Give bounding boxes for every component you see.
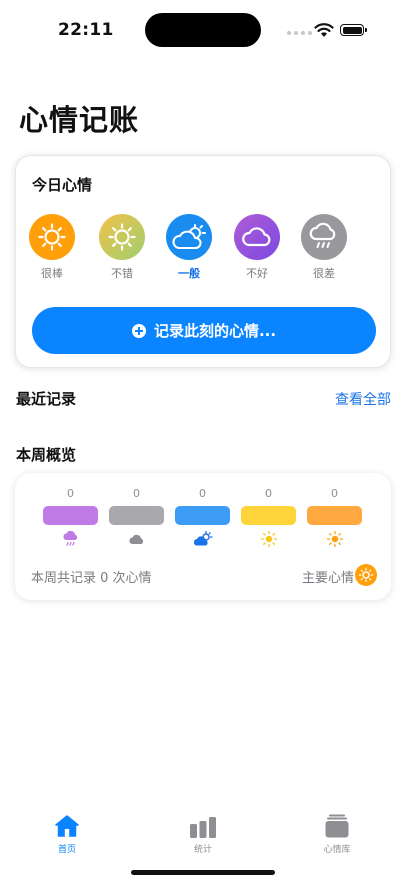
- week-summary-text: 本周共记录 0 次心情: [31, 571, 152, 586]
- today-mood-card: 今日心情 很棒 不错 一般 不好 很差 记录此刻的心情...: [15, 155, 391, 368]
- bar-fill: [43, 506, 98, 525]
- tab-statistics[interactable]: 统计: [168, 810, 238, 855]
- bar-count: 0: [67, 487, 74, 500]
- sun-icon: [99, 214, 145, 260]
- record-mood-button-label: 记录此刻的心情...: [153, 322, 277, 340]
- week-bar-okay: 0: [175, 487, 230, 548]
- bar-fill: [175, 506, 230, 525]
- main-mood-label: 主要心情: [301, 571, 354, 586]
- mood-label: 很棒: [41, 267, 63, 280]
- tab-label: 统计: [193, 845, 212, 855]
- partly-cloudy-icon: [166, 214, 212, 260]
- weekly-overview-title: 本周概览: [16, 446, 77, 464]
- tab-label: 心情库: [323, 845, 351, 855]
- bar-fill: [307, 506, 362, 525]
- recent-records-title: 最近记录: [16, 390, 77, 408]
- wifi-icon: [314, 23, 334, 37]
- record-mood-button[interactable]: 记录此刻的心情...: [32, 307, 376, 354]
- partly-cloudy-icon: [175, 530, 230, 548]
- battery-icon: [340, 24, 367, 36]
- week-bar-terrible: 0: [43, 487, 98, 548]
- week-bar-bad: 0: [109, 487, 164, 548]
- bar-count: 0: [133, 487, 140, 500]
- sun-icon: [241, 530, 296, 548]
- page-title: 心情记账: [19, 103, 140, 137]
- mood-option-good[interactable]: 不错: [98, 214, 146, 281]
- home-indicator: [131, 870, 275, 875]
- bar-fill: [109, 506, 164, 525]
- library-icon: [302, 810, 372, 838]
- status-time: 22:11: [58, 20, 114, 40]
- view-all-link[interactable]: 查看全部: [335, 389, 391, 409]
- dynamic-island: [145, 13, 261, 47]
- mood-option-terrible[interactable]: 很差: [300, 214, 348, 281]
- sun-icon: [29, 214, 75, 260]
- mood-selector: 很棒 不错 一般 不好 很差: [28, 214, 368, 284]
- cloud-icon: [234, 214, 280, 260]
- tab-label: 首页: [57, 845, 76, 855]
- mood-option-great[interactable]: 很棒: [28, 214, 76, 281]
- bar-count: 0: [199, 487, 206, 500]
- tab-home[interactable]: 首页: [32, 810, 102, 855]
- week-bar-great: 0: [307, 487, 362, 548]
- plus-circle-icon: [131, 323, 146, 338]
- mood-option-okay[interactable]: 一般: [165, 214, 213, 281]
- mood-label: 很差: [313, 267, 335, 280]
- status-bar: 22:11: [0, 0, 406, 60]
- rain-icon: [301, 214, 347, 260]
- weekly-overview-card: 0 0 0 0 0 本周共记录 0 次心情 主要心情: [15, 473, 391, 600]
- weekly-bars: 0 0 0 0 0: [43, 487, 363, 557]
- home-icon: [32, 810, 102, 838]
- cloud-icon: [109, 530, 164, 548]
- mood-label: 不好: [246, 267, 268, 280]
- bar-count: 0: [265, 487, 272, 500]
- today-mood-title: 今日心情: [32, 176, 93, 194]
- bar-fill: [241, 506, 296, 525]
- rain-icon: [43, 530, 98, 548]
- sun-icon: [355, 564, 377, 586]
- week-bar-good: 0: [241, 487, 296, 548]
- sun-icon: [307, 530, 362, 548]
- mood-label: 一般: [178, 267, 200, 280]
- mood-label: 不错: [111, 267, 133, 280]
- tab-mood-library[interactable]: 心情库: [302, 810, 372, 855]
- mood-option-bad[interactable]: 不好: [233, 214, 281, 281]
- bar-count: 0: [331, 487, 338, 500]
- signal-icon: [287, 31, 312, 35]
- chart-icon: [168, 810, 238, 838]
